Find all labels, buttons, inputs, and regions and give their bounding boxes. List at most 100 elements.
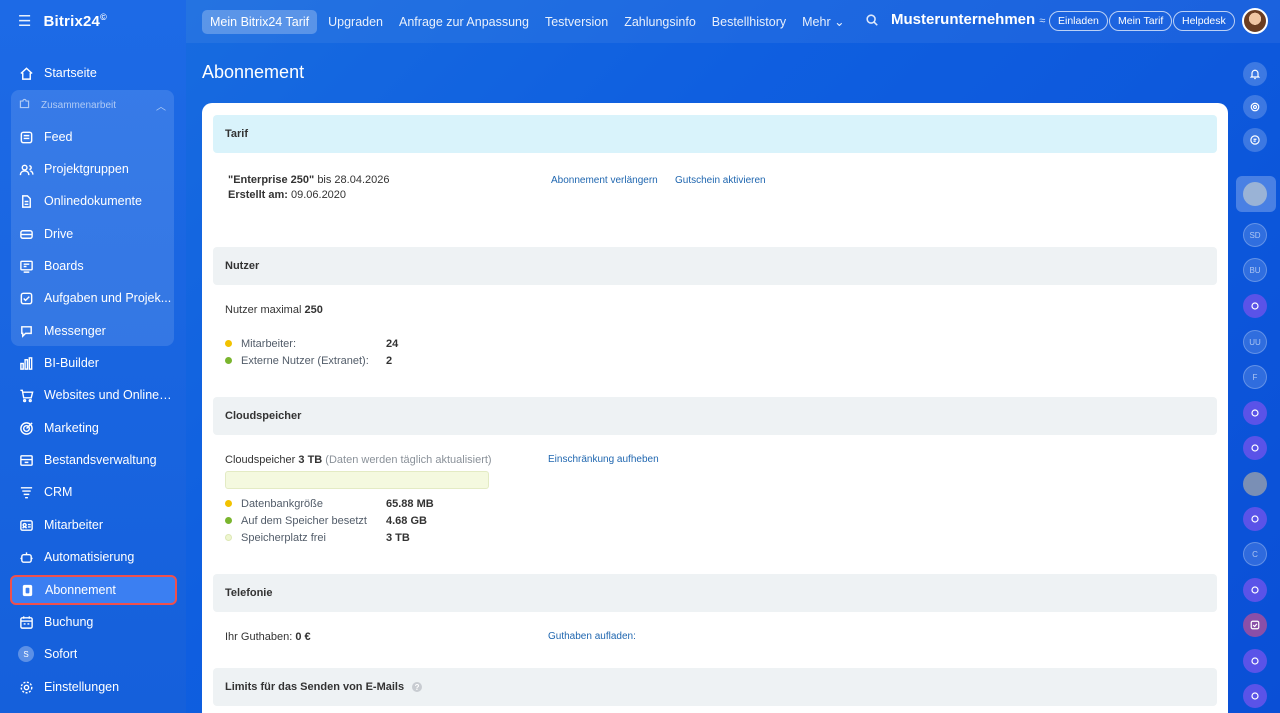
- tab-mein-tarif[interactable]: Mein Bitrix24 Tarif: [202, 9, 318, 34]
- renew-subscription-link[interactable]: Abonnement verlängern: [551, 175, 658, 186]
- top-tabs: Mein Bitrix24 Tarif Upgraden Anfrage zur…: [202, 9, 853, 34]
- yellow-dot-icon: [225, 339, 232, 347]
- sidebar-item-bestandsverwaltung[interactable]: Bestandsverwaltung: [12, 446, 174, 474]
- section-tarif-header: Tarif: [213, 115, 1217, 153]
- collaboration-group-header[interactable]: Zusammenarbeit ︿: [12, 93, 174, 117]
- sidebar-item-crm[interactable]: CRM: [12, 478, 174, 506]
- board-icon: [18, 258, 34, 274]
- users-group-icon: [18, 161, 34, 177]
- task-check-icon[interactable]: [1243, 613, 1267, 637]
- section-email-limits-header: Limits für das Senden von E-Mails?: [213, 668, 1217, 706]
- activate-voucher-link[interactable]: Gutschein aktivieren: [675, 175, 766, 186]
- user-avatar[interactable]: [1242, 8, 1268, 34]
- tab-mehr[interactable]: Mehr ⌄: [794, 9, 852, 34]
- helpdesk-button[interactable]: Helpdesk: [1173, 11, 1235, 31]
- right-rail: SD BU UU F C: [1236, 43, 1280, 713]
- free-storage-row: Speicherplatz frei 3 TB: [225, 532, 410, 544]
- channel-icon[interactable]: [1243, 294, 1267, 318]
- search-icon[interactable]: [865, 13, 879, 27]
- tab-upgraden[interactable]: Upgraden: [320, 10, 391, 34]
- subscription-card: Tarif "Enterprise 250" bis 28.04.2026 Er…: [202, 103, 1228, 713]
- employees-row: Mitarbeiter: 24: [225, 338, 398, 350]
- menu-burger-icon[interactable]: ☰: [18, 14, 31, 29]
- remove-limit-link[interactable]: Einschränkung aufheben: [548, 454, 659, 465]
- external-users-row: Externe Nutzer (Extranet): 2: [225, 355, 392, 367]
- task-check-icon: [18, 290, 34, 306]
- sidebar-item-websites[interactable]: Websites und Onlines...: [12, 381, 174, 409]
- green-dot-icon: [225, 516, 232, 524]
- search-chat-icon[interactable]: [1243, 128, 1267, 152]
- section-cloud-header: Cloudspeicher: [213, 397, 1217, 435]
- used-storage-row: Auf dem Speicher besetzt 4.68 GB: [225, 515, 427, 527]
- channel-icon[interactable]: [1243, 684, 1267, 708]
- max-users: Nutzer maximal 250: [225, 304, 323, 316]
- sidebar-item-messenger[interactable]: Messenger: [12, 317, 174, 345]
- bitrix24-logo[interactable]: Bitrix24©: [43, 12, 106, 30]
- contact-avatar-bu[interactable]: BU: [1243, 258, 1267, 282]
- sidebar-item-projektgruppen[interactable]: Projektgruppen: [12, 155, 174, 183]
- topup-balance-link[interactable]: Guthaben aufladen:: [548, 631, 636, 642]
- home-icon: [18, 65, 34, 81]
- page-title: Abonnement: [202, 62, 305, 82]
- channel-icon[interactable]: [1243, 578, 1267, 602]
- sidebar-item-buchung[interactable]: Buchung: [12, 608, 174, 636]
- sidebar-item-feed[interactable]: Feed: [12, 123, 174, 151]
- sidebar-item-abonnement[interactable]: Abonnement: [10, 575, 177, 605]
- sidebar-item-onlinedokumente[interactable]: Onlinedokumente: [12, 187, 174, 215]
- channel-icon[interactable]: [1243, 649, 1267, 673]
- balance-info: Ihr Guthaben: 0 €: [225, 631, 311, 643]
- created-info: Erstellt am: 09.06.2020: [228, 189, 347, 201]
- sofort-badge: S: [18, 646, 34, 662]
- subscription-icon: [19, 582, 35, 598]
- funnel-icon: [18, 484, 34, 500]
- plan-info: "Enterprise 250" bis 28.04.2026: [228, 174, 390, 186]
- sidebar-item-boards[interactable]: Boards: [12, 252, 174, 280]
- sidebar-item-sofort[interactable]: S Sofort: [12, 640, 174, 668]
- id-card-icon: [18, 517, 34, 533]
- sidebar-item-mitarbeiter[interactable]: Mitarbeiter: [12, 511, 174, 539]
- tab-anfrage[interactable]: Anfrage zur Anpassung: [391, 10, 537, 34]
- tab-bestellhistory[interactable]: Bestellhistory: [704, 10, 794, 34]
- sidebar-item-automatisierung[interactable]: Automatisierung: [12, 543, 174, 571]
- contact-avatar-sd[interactable]: SD: [1243, 223, 1267, 247]
- document-icon: [18, 193, 34, 209]
- contact-avatar-uu[interactable]: UU: [1243, 330, 1267, 354]
- copilot-icon[interactable]: [1243, 95, 1267, 119]
- sidebar-item-einstellungen[interactable]: Einstellungen: [12, 673, 174, 701]
- section-telephony-header: Telefonie: [213, 574, 1217, 612]
- sidebar-item-startseite[interactable]: Startseite: [12, 59, 174, 87]
- section-users-header: Nutzer: [213, 247, 1217, 285]
- target-icon: [18, 420, 34, 436]
- channel-icon[interactable]: [1243, 507, 1267, 531]
- bell-icon[interactable]: [1243, 62, 1267, 86]
- contact-avatar-c[interactable]: C: [1243, 542, 1267, 566]
- top-bar: Mein Bitrix24 Tarif Upgraden Anfrage zur…: [186, 0, 1280, 43]
- bar-chart-icon: [18, 355, 34, 371]
- channel-icon[interactable]: [1243, 401, 1267, 425]
- chat-icon: [18, 323, 34, 339]
- sidebar-item-marketing[interactable]: Marketing: [12, 414, 174, 442]
- calendar-icon: [18, 614, 34, 630]
- contact-avatar[interactable]: [1243, 182, 1267, 206]
- cloud-storage-info: Cloudspeicher 3 TB (Daten werden täglich…: [225, 454, 492, 466]
- sidebar-item-drive[interactable]: Drive: [12, 220, 174, 248]
- company-name[interactable]: Musterunternehmen ≈: [891, 11, 1045, 28]
- sidebar-item-bi-builder[interactable]: BI-Builder: [12, 349, 174, 377]
- feed-icon: [18, 129, 34, 145]
- gear-icon: [18, 679, 34, 695]
- contact-avatar-f[interactable]: F: [1243, 365, 1267, 389]
- db-size-row: Datenbankgröße 65.88 MB: [225, 498, 434, 510]
- tab-zahlungsinfo[interactable]: Zahlungsinfo: [616, 10, 704, 34]
- help-icon[interactable]: ?: [412, 682, 423, 692]
- my-plan-button[interactable]: Mein Tarif: [1109, 11, 1173, 31]
- switch-icon: ≈: [1039, 15, 1046, 27]
- channel-icon[interactable]: [1243, 436, 1267, 460]
- invite-button[interactable]: Einladen: [1049, 11, 1108, 31]
- storage-usage-bar: [225, 471, 489, 489]
- sidebar-item-aufgaben[interactable]: Aufgaben und Projek...: [12, 284, 174, 312]
- robot-icon: [18, 549, 34, 565]
- chevron-up-icon[interactable]: ︿: [156, 98, 166, 113]
- inventory-icon: [18, 452, 34, 468]
- contact-avatar[interactable]: [1243, 472, 1267, 496]
- tab-testversion[interactable]: Testversion: [537, 10, 616, 34]
